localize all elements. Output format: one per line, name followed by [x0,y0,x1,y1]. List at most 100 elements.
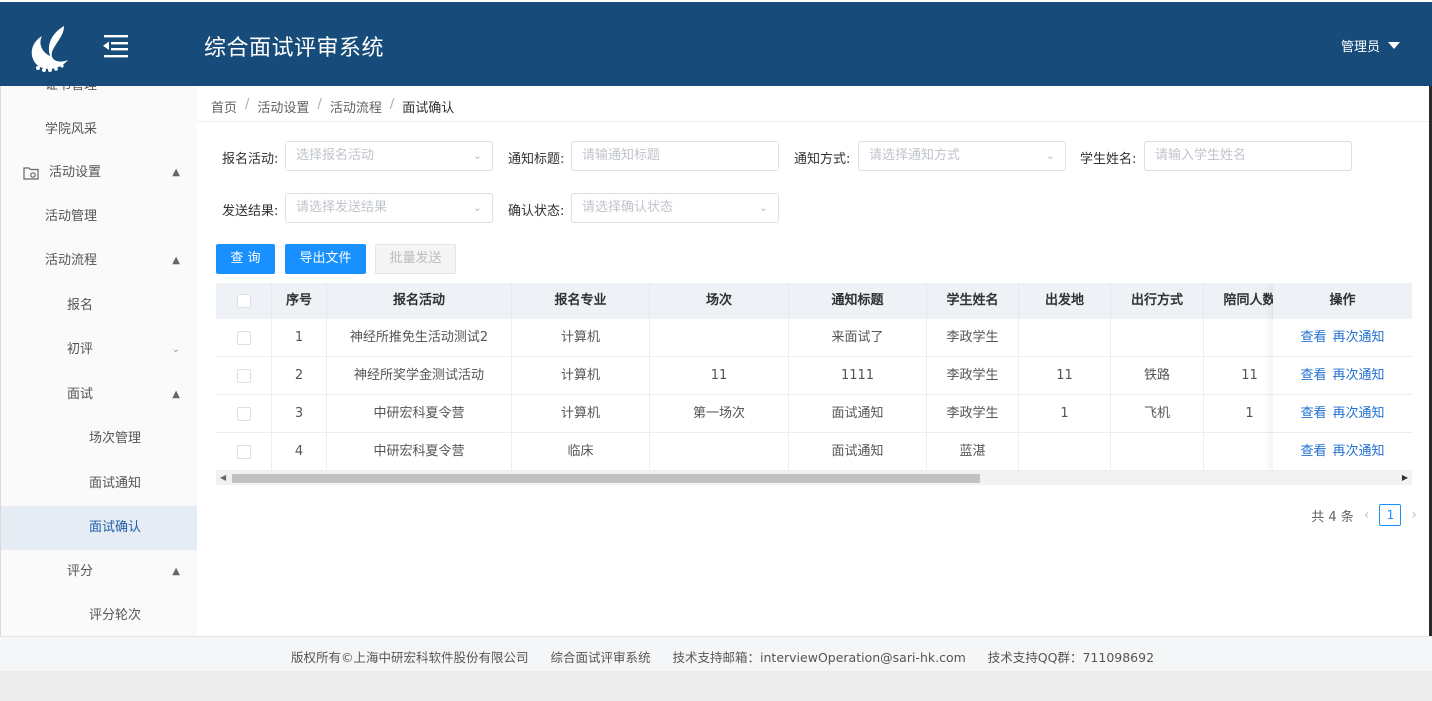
footer-copyright: 版权所有©上海中研宏科软件股份有限公司 [291,650,529,665]
breadcrumb-divider [197,121,1429,122]
row-checkbox[interactable] [237,369,251,383]
cell-major: 计算机 [512,395,650,433]
cell-session [650,433,789,471]
user-menu[interactable]: 管理员 [1341,36,1400,55]
sidebar: 证书管理 学院风采 活动设置 ▲ 活动管理 活动流程 ▲ 报名 初评 ⌄ 面 [0,86,197,636]
chevron-down-icon: ⌄ [1045,149,1055,162]
sidebar-item-preliminary[interactable]: 初评 ⌄ [1,328,197,372]
cell-title: 面试通知 [789,433,927,471]
cell-student: 李政学生 [927,357,1019,395]
notice-title-input[interactable]: 请输通知标题 [571,141,779,171]
breadcrumb-current: 面试确认 [402,101,455,116]
table-header: 序号 报名活动 报名专业 场次 通知标题 学生姓名 出发地 出行方式 陪同人数 [216,283,1412,319]
cell-no: 3 [272,395,327,433]
col-header-session: 场次 [650,283,789,319]
sidebar-item-activity-settings[interactable]: 活动设置 ▲ [1,151,197,195]
renotify-link[interactable]: 再次通知 [1333,330,1385,345]
cell-no: 4 [272,433,327,471]
query-button[interactable]: 查 询 [216,244,275,274]
renotify-link[interactable]: 再次通知 [1333,368,1385,383]
notice-method-select[interactable]: 请选择通知方式 ⌄ [858,141,1066,171]
cell-travel: 铁路 [1111,357,1204,395]
sidebar-item-activity-management[interactable]: 活动管理 [1,195,197,239]
breadcrumb: 首页 / 活动设置 / 活动流程 / 面试确认 [211,97,455,116]
table-row: 3 中研宏科夏令营 计算机 第一场次 面试通知 李政学生 1 飞机 1 [216,395,1412,433]
chevron-up-icon: ▲ [172,389,180,400]
batch-send-button[interactable]: 批量发送 [375,244,456,274]
scrollbar-thumb[interactable] [232,474,980,483]
cell-origin: 1 [1019,395,1111,433]
export-button[interactable]: 导出文件 [285,244,366,274]
cell-title: 1111 [789,357,927,395]
col-header-origin: 出发地 [1019,283,1111,319]
sidebar-item-certificates[interactable]: 证书管理 [1,86,197,108]
cell-origin [1019,319,1111,357]
select-all-cell [216,283,272,319]
row-actions: 查看 再次通知 [1273,395,1412,433]
chevron-up-icon: ▲ [172,167,180,178]
row-checkbox[interactable] [237,331,251,345]
cell-title: 面试通知 [789,395,927,433]
footer-qq: 技术支持QQ群：711098692 [987,650,1155,665]
view-link[interactable]: 查看 [1300,330,1326,345]
row-checkbox[interactable] [237,445,251,459]
table-row: 4 中研宏科夏令营 临床 面试通知 蓝湛 [216,433,1412,471]
send-result-select[interactable]: 请选择发送结果 ⌄ [285,193,493,223]
cell-student: 李政学生 [927,395,1019,433]
sidebar-item-interview-confirm[interactable]: 面试确认 [1,506,197,550]
breadcrumb-activity-settings[interactable]: 活动设置 [257,97,309,116]
renotify-link[interactable]: 再次通知 [1333,406,1385,421]
sidebar-item-session-management[interactable]: 场次管理 [1,417,197,461]
bottom-band [0,671,1432,701]
sidebar-item-activity-process[interactable]: 活动流程 ▲ [1,239,197,283]
cell-activity: 神经所推免生活动测试2 [327,319,512,357]
notice-title-label: 通知标题: [508,152,565,167]
confirm-status-select[interactable]: 请选择确认状态 ⌄ [571,193,779,223]
col-header-no: 序号 [272,283,327,319]
cell-origin [1019,433,1111,471]
footer-email: 技术支持邮箱：interviewOperation@sari-hk.com [672,650,966,665]
view-link[interactable]: 查看 [1300,406,1326,421]
prev-page-icon[interactable]: ‹ [1364,507,1370,523]
top-header: 综合面试评审系统 管理员 [0,0,1432,86]
renotify-link[interactable]: 再次通知 [1333,444,1385,459]
sidebar-item-college[interactable]: 学院风采 [1,108,197,152]
student-name-input[interactable]: 请输入学生姓名 [1144,141,1352,171]
activity-select[interactable]: 选择报名活动 ⌄ [285,141,493,171]
horizontal-scrollbar[interactable]: ◀ ▶ [216,471,1412,485]
chevron-down-icon: ⌄ [472,149,482,162]
table-row: 1 神经所推免生活动测试2 计算机 来面试了 李政学生 [216,319,1412,357]
app-title: 综合面试评审系统 [204,36,385,61]
chevron-down-icon: ⌄ [758,201,768,214]
sidebar-item-scoring-rounds[interactable]: 评分轮次 [1,594,197,636]
page-number[interactable]: 1 [1379,504,1402,526]
pagination: 共 4 条 ‹ 1 › [1311,504,1417,526]
select-all-checkbox[interactable] [237,294,251,308]
cell-student: 蓝湛 [927,433,1019,471]
row-checkbox[interactable] [237,407,251,421]
sidebar-item-registration[interactable]: 报名 [1,284,197,328]
scroll-right-arrow-icon[interactable]: ▶ [1402,471,1408,485]
row-actions: 查看 再次通知 [1273,357,1412,395]
cell-major: 计算机 [512,319,650,357]
col-header-major: 报名专业 [512,283,650,319]
sidebar-item-scoring[interactable]: 评分 ▲ [1,550,197,594]
cell-title: 来面试了 [789,319,927,357]
row-actions: 查看 再次通知 [1273,433,1412,471]
view-link[interactable]: 查看 [1300,444,1326,459]
cell-activity: 中研宏科夏令营 [327,395,512,433]
sidebar-item-interview[interactable]: 面试 ▲ [1,373,197,417]
cell-travel [1111,433,1204,471]
menu-fold-icon[interactable] [100,33,132,59]
cell-major: 临床 [512,433,650,471]
scroll-left-arrow-icon[interactable]: ◀ [220,471,226,485]
breadcrumb-activity-process[interactable]: 活动流程 [330,97,382,116]
col-header-title: 通知标题 [789,283,927,319]
confirm-status-label: 确认状态: [508,204,565,219]
caret-down-icon [1388,42,1400,49]
next-page-icon[interactable]: › [1411,507,1417,523]
cell-session: 第一场次 [650,395,789,433]
view-link[interactable]: 查看 [1300,368,1326,383]
sidebar-item-interview-notice[interactable]: 面试通知 [1,462,197,506]
breadcrumb-home[interactable]: 首页 [211,97,237,116]
